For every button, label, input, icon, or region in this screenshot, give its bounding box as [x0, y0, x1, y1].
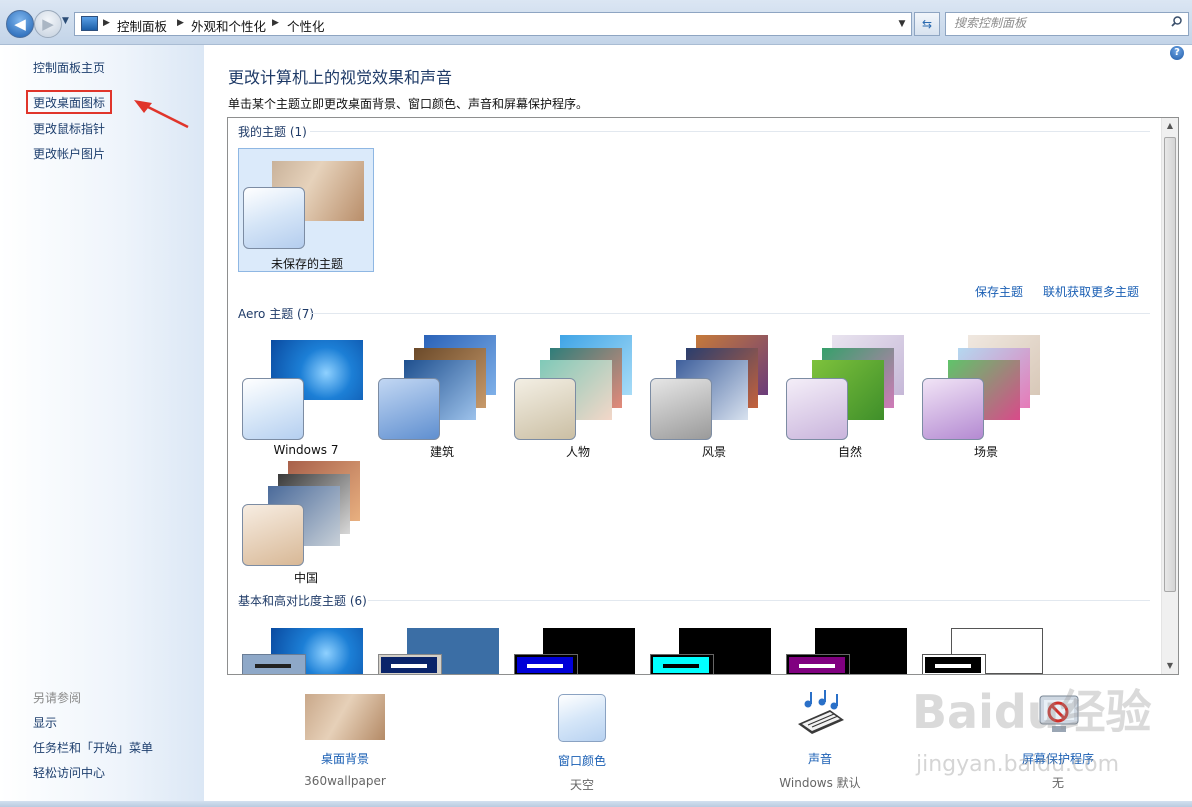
scroll-down-arrow-icon[interactable]: ▼	[1162, 658, 1178, 674]
back-arrow-icon: ◀	[14, 15, 26, 33]
see-also-heading: 另请参阅	[33, 691, 82, 705]
section-divider	[310, 313, 1150, 314]
forward-button[interactable]: ▶	[34, 10, 62, 38]
help-icon[interactable]: ?	[1170, 46, 1184, 60]
desktop-background-value: 360wallpaper	[304, 774, 386, 788]
recent-pages-dropdown-icon[interactable]: ▼	[62, 16, 69, 26]
vertical-scrollbar[interactable]: ▲ ▼	[1161, 118, 1178, 674]
theme-landscapes[interactable]: 风景	[646, 335, 782, 464]
desktop-background-setting[interactable]: 桌面背景 360wallpaper	[270, 690, 420, 788]
theme-architecture[interactable]: 建筑	[374, 335, 510, 464]
theme-windows7[interactable]: Windows 7	[238, 340, 374, 464]
window-bottom-border	[0, 801, 1192, 807]
theme-basic-windows7[interactable]	[238, 626, 374, 674]
address-bar[interactable]: ▶ 控制面板 ▶ 外观和个性化 ▶ 个性化 ▼	[74, 12, 912, 36]
theme-label: 人物	[565, 445, 590, 459]
search-icon[interactable]	[1171, 16, 1182, 27]
theme-unsaved[interactable]: 未保存的主题	[238, 148, 374, 272]
aero-themes-heading: Aero 主题 (7)	[238, 307, 315, 321]
sound-icon	[798, 690, 844, 734]
theme-scenes[interactable]: 场景	[918, 335, 1054, 464]
theme-characters[interactable]: 人物	[510, 335, 646, 464]
back-button[interactable]: ◀	[6, 10, 34, 38]
sidebar-link-change-mouse-pointer[interactable]: 更改鼠标指针	[33, 120, 105, 137]
window-color-setting[interactable]: 窗口颜色 天空	[507, 690, 657, 793]
breadcrumb-separator-icon[interactable]: ▶	[272, 18, 279, 28]
sidebar-link-change-account-picture[interactable]: 更改帐户图片	[33, 145, 105, 162]
page-description: 单击某个主题立即更改桌面背景、窗口颜色、声音和屏幕保护程序。	[228, 97, 589, 111]
window-color-value: 天空	[569, 778, 594, 792]
see-also-link-display[interactable]: 显示	[33, 714, 57, 731]
sound-value: Windows 默认	[779, 776, 861, 790]
theme-label: 场景	[973, 445, 998, 459]
save-theme-link[interactable]: 保存主题	[975, 283, 1023, 300]
baidu-jingyan-watermark: Baidu经验	[912, 685, 1152, 739]
theme-high-contrast-2[interactable]	[646, 626, 782, 674]
theme-high-contrast-white[interactable]	[918, 626, 1054, 674]
sound-link[interactable]: 声音	[745, 750, 895, 767]
breadcrumb-separator-icon[interactable]: ▶	[177, 18, 184, 28]
see-also-link-taskbar[interactable]: 任务栏和「开始」菜单	[33, 739, 153, 756]
sidebar-link-change-desktop-icons[interactable]: 更改桌面图标	[33, 94, 105, 111]
window-color-link[interactable]: 窗口颜色	[507, 752, 657, 769]
theme-label: 未保存的主题	[270, 257, 343, 271]
theme-high-contrast-black[interactable]	[782, 626, 918, 674]
sound-setting[interactable]: 声音 Windows 默认	[745, 690, 895, 791]
sidebar-link-home[interactable]: 控制面板主页	[33, 59, 105, 76]
section-divider	[310, 131, 1150, 132]
address-toolbar: ◀ ▶ ▼ ▶ 控制面板 ▶ 外观和个性化 ▶ 个性化 ▼ ⇆	[0, 0, 1192, 45]
see-also-link-ease-of-access[interactable]: 轻松访问中心	[33, 764, 105, 781]
theme-nature[interactable]: 自然	[782, 335, 918, 464]
theme-label: 建筑	[429, 445, 454, 459]
section-divider	[368, 600, 1150, 601]
theme-high-contrast-1[interactable]	[510, 626, 646, 674]
search-input[interactable]	[946, 13, 1164, 33]
breadcrumb-control-panel[interactable]: 控制面板	[117, 16, 167, 35]
desktop-background-link[interactable]: 桌面背景	[270, 750, 420, 767]
watermark-url: jingyan.baidu.com	[916, 752, 1120, 777]
desktop-background-thumbnail	[305, 694, 385, 740]
theme-label: 风景	[701, 445, 726, 459]
basic-themes-heading: 基本和高对比度主题 (6)	[238, 594, 367, 608]
theme-label: 中国	[293, 571, 318, 585]
breadcrumb-appearance[interactable]: 外观和个性化	[191, 16, 266, 35]
breadcrumb-personalization[interactable]: 个性化	[287, 16, 325, 35]
theme-label: Windows 7	[273, 443, 339, 457]
theme-list[interactable]: 我的主题 (1) 未保存的主题 保存主题 联机获取更多主题 Aero 主题 (7…	[227, 117, 1179, 675]
my-themes-heading: 我的主题 (1)	[238, 125, 307, 139]
theme-basic-classic[interactable]	[374, 626, 510, 674]
page-title: 更改计算机上的视觉效果和声音	[228, 68, 453, 87]
theme-unsaved-thumbnail	[239, 149, 375, 249]
window-color-swatch	[558, 694, 606, 742]
address-history-dropdown-icon[interactable]: ▼	[893, 13, 911, 35]
control-panel-icon	[81, 16, 98, 31]
scroll-up-arrow-icon[interactable]: ▲	[1162, 118, 1178, 134]
search-box[interactable]	[945, 12, 1189, 36]
refresh-icon: ⇆	[921, 17, 933, 31]
breadcrumb-separator-icon[interactable]: ▶	[103, 18, 110, 28]
sidebar: 控制面板主页 更改桌面图标 更改鼠标指针 更改帐户图片 另请参阅 显示 任务栏和…	[0, 45, 204, 802]
annotation-arrow-icon	[134, 100, 189, 129]
theme-china[interactable]: 中国	[238, 461, 374, 590]
get-more-themes-link[interactable]: 联机获取更多主题	[1043, 283, 1139, 300]
refresh-button[interactable]: ⇆	[914, 12, 940, 36]
scrollbar-thumb[interactable]	[1164, 137, 1176, 592]
theme-label: 自然	[837, 445, 862, 459]
forward-arrow-icon: ▶	[42, 15, 54, 33]
